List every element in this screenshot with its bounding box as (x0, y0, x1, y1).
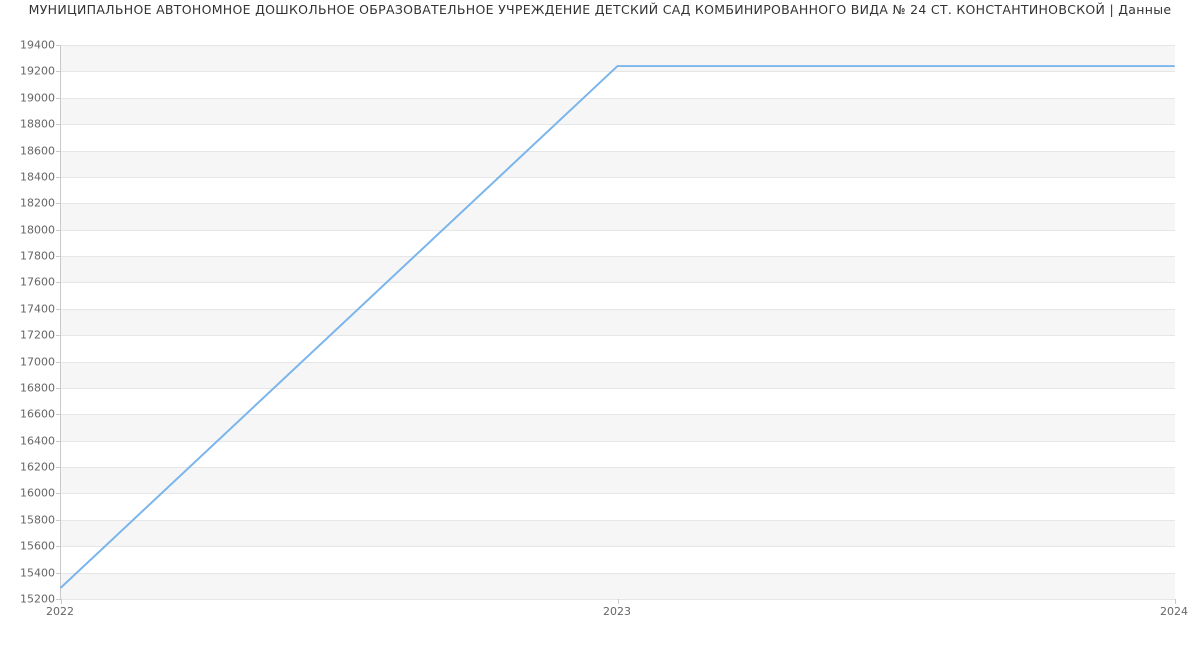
y-tick-mark (56, 335, 61, 336)
y-tick-mark (56, 493, 61, 494)
x-tick-mark (1175, 599, 1176, 604)
x-tick-label: 2023 (603, 605, 631, 618)
y-tick-label: 17400 (5, 302, 55, 315)
line-series-layer (61, 45, 1175, 599)
y-tick-mark (56, 98, 61, 99)
y-tick-mark (56, 546, 61, 547)
y-tick-mark (56, 362, 61, 363)
y-tick-mark (56, 256, 61, 257)
y-tick-label: 15600 (5, 540, 55, 553)
x-tick-label: 2024 (1160, 605, 1188, 618)
y-tick-mark (56, 414, 61, 415)
y-tick-label: 15400 (5, 566, 55, 579)
y-tick-mark (56, 203, 61, 204)
y-tick-label: 15800 (5, 513, 55, 526)
x-tick-mark (61, 599, 62, 604)
x-tick-mark (618, 599, 619, 604)
plot-area[interactable] (60, 45, 1175, 600)
y-tick-label: 19400 (5, 39, 55, 52)
y-tick-mark (56, 45, 61, 46)
series-line (61, 66, 1174, 587)
y-tick-mark (56, 467, 61, 468)
y-tick-label: 16600 (5, 408, 55, 421)
y-tick-label: 17200 (5, 329, 55, 342)
y-tick-mark (56, 441, 61, 442)
y-tick-label: 17600 (5, 276, 55, 289)
y-tick-mark (56, 388, 61, 389)
chart-container: МУНИЦИПАЛЬНОЕ АВТОНОМНОЕ ДОШКОЛЬНОЕ ОБРА… (0, 0, 1200, 650)
y-tick-mark (56, 282, 61, 283)
y-tick-mark (56, 573, 61, 574)
y-tick-label: 18200 (5, 197, 55, 210)
y-tick-mark (56, 124, 61, 125)
y-tick-label: 16200 (5, 461, 55, 474)
y-tick-label: 15200 (5, 593, 55, 606)
y-tick-mark (56, 230, 61, 231)
y-tick-label: 16400 (5, 434, 55, 447)
y-tick-label: 19000 (5, 91, 55, 104)
y-tick-mark (56, 177, 61, 178)
y-tick-mark (56, 520, 61, 521)
y-tick-mark (56, 309, 61, 310)
y-tick-mark (56, 71, 61, 72)
y-tick-label: 18000 (5, 223, 55, 236)
y-tick-label: 16000 (5, 487, 55, 500)
x-tick-label: 2022 (46, 605, 74, 618)
y-tick-label: 19200 (5, 65, 55, 78)
y-tick-label: 18600 (5, 144, 55, 157)
y-tick-label: 18400 (5, 170, 55, 183)
y-tick-label: 16800 (5, 381, 55, 394)
y-tick-label: 17000 (5, 355, 55, 368)
y-tick-mark (56, 151, 61, 152)
chart-title: МУНИЦИПАЛЬНОЕ АВТОНОМНОЕ ДОШКОЛЬНОЕ ОБРА… (0, 2, 1200, 17)
y-tick-label: 18800 (5, 118, 55, 131)
y-tick-label: 17800 (5, 250, 55, 263)
